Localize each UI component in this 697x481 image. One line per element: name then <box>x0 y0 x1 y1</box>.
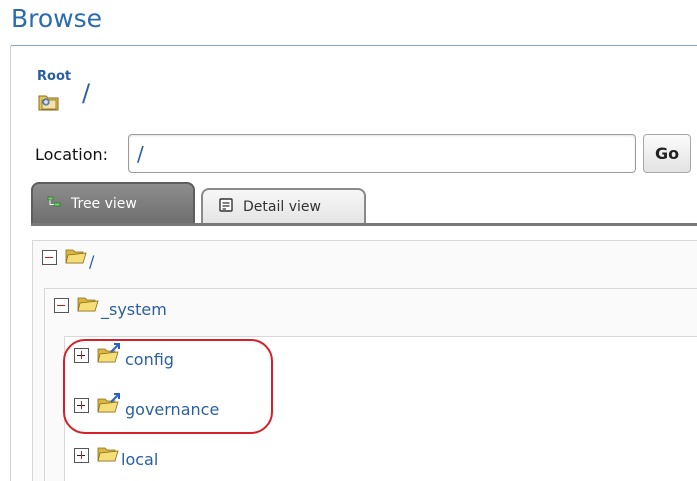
tree-node-link[interactable]: _system <box>101 300 167 319</box>
title-divider <box>11 45 697 46</box>
content-border <box>10 46 11 481</box>
folder-icon <box>77 294 99 318</box>
page-title: Browse <box>11 4 103 33</box>
tab-detail-view[interactable]: Detail view <box>201 188 366 224</box>
tree-node-link[interactable]: local <box>121 450 158 469</box>
collapse-icon[interactable] <box>42 250 57 265</box>
location-label: Location: <box>35 145 109 164</box>
tab-label: Detail view <box>243 199 321 215</box>
tab-baseline <box>31 223 697 226</box>
expand-icon[interactable] <box>74 448 89 463</box>
location-input[interactable] <box>128 134 636 173</box>
root-link[interactable]: Root <box>37 69 71 84</box>
go-button[interactable]: Go <box>643 134 691 173</box>
tree-row[interactable]: _system <box>54 292 167 319</box>
root-path[interactable]: / <box>82 79 90 107</box>
tree-row[interactable]: local <box>74 442 158 469</box>
root-folder-icon[interactable] <box>37 90 61 112</box>
tab-tree-view[interactable]: Tree view <box>31 182 195 224</box>
tree-icon <box>47 196 61 212</box>
detail-icon <box>219 198 233 216</box>
tree-row[interactable]: / <box>42 244 94 271</box>
highlight-annotation <box>63 339 273 434</box>
tree-node-link[interactable]: / <box>89 252 94 271</box>
collapse-icon[interactable] <box>54 298 69 313</box>
folder-icon <box>97 444 119 468</box>
folder-icon <box>65 246 87 270</box>
tab-label: Tree view <box>71 196 137 212</box>
